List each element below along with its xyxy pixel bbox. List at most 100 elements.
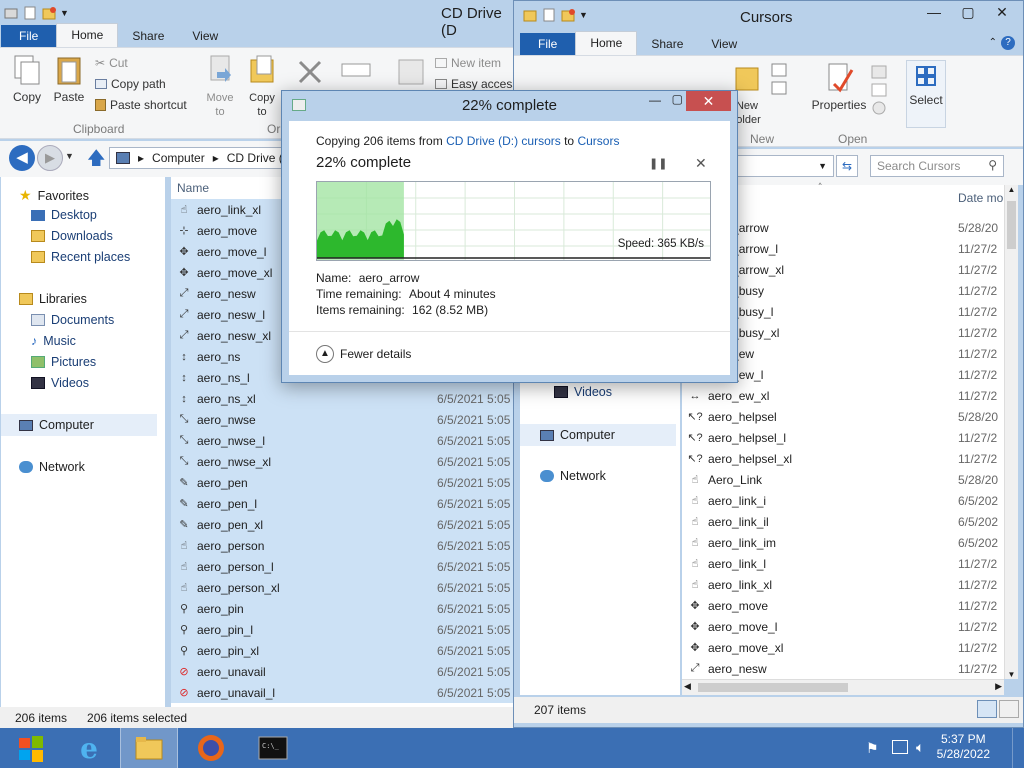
file-row[interactable]: ⊘ aero_unavail 6/5/2021 5:05 (171, 661, 519, 682)
file-row[interactable]: ☝ aero_link_im 6/5/202 (682, 532, 1004, 553)
column-header-date[interactable]: Date mo (958, 191, 1003, 205)
new-folder-qat-icon[interactable] (560, 7, 576, 23)
move-to-button[interactable]: Move to (203, 54, 237, 118)
file-row[interactable]: ↖? aero_helpsel_l 11/27/2 (682, 427, 1004, 448)
tab-view[interactable]: View (697, 33, 751, 55)
file-row[interactable]: ↕ aero_ns_xl 6/5/2021 5:05 (171, 388, 519, 409)
tab-home[interactable]: Home (56, 23, 119, 47)
nav-documents[interactable]: Documents (31, 313, 114, 327)
start-button[interactable] (2, 728, 60, 768)
nav-desktop[interactable]: Desktop (31, 208, 97, 222)
column-header-name[interactable]: Name (177, 181, 209, 195)
large-icons-view-icon[interactable] (999, 700, 1019, 718)
paste-button[interactable]: Paste (51, 54, 87, 104)
cancel-copy-button[interactable]: ✕ (695, 155, 707, 172)
copy-path-button[interactable]: Copy path (95, 77, 166, 91)
tray-flag-icon[interactable]: ⚑ (866, 740, 879, 757)
folder-qat-icon[interactable] (522, 7, 538, 23)
dialog-maximize-button[interactable]: ▢ (672, 92, 683, 106)
nav-music[interactable]: ♪ Music (31, 334, 76, 348)
nav-recent-places[interactable]: Recent places (31, 250, 130, 264)
new-folder-qat-icon[interactable] (41, 5, 57, 21)
cut-button[interactable]: ✂ Cut (95, 56, 128, 70)
help-icon[interactable]: ? (1001, 36, 1015, 50)
address-dropdown-icon[interactable]: ▼ (818, 161, 827, 171)
details-view-icon[interactable] (977, 700, 997, 718)
file-row[interactable]: ☝ aero_person_xl 6/5/2021 5:05 (171, 577, 519, 598)
nav-computer[interactable]: Computer (1, 414, 157, 436)
pause-button[interactable]: ❚❚ (649, 157, 667, 170)
destination-link[interactable]: Cursors (577, 134, 619, 148)
nav-favorites[interactable]: ★ Favorites (19, 187, 89, 204)
search-input[interactable]: Search Cursors ⚲ (870, 155, 1004, 177)
system-clock[interactable]: 5:37 PM 5/28/2022 (937, 732, 990, 762)
file-row[interactable]: ☝ aero_link_l 11/27/2 (682, 553, 1004, 574)
tray-network-icon[interactable] (892, 740, 908, 754)
up-button[interactable]: 🡅 (87, 146, 106, 176)
properties-icon[interactable] (541, 7, 557, 23)
properties-button[interactable]: Properties (810, 62, 868, 112)
file-row[interactable]: ✥ aero_move_xl 11/27/2 (682, 637, 1004, 658)
copy-button[interactable]: Copy (9, 54, 45, 104)
file-row[interactable]: ⤡ aero_nwse_xl 6/5/2021 5:05 (171, 451, 519, 472)
nav-network[interactable]: Network (19, 460, 85, 474)
scroll-down-arrow-icon[interactable]: ▼ (1005, 670, 1018, 679)
refresh-button[interactable]: ⇆ (836, 155, 858, 177)
file-row[interactable]: ⤢ aero_nesw 11/27/2 (682, 658, 1004, 679)
file-row[interactable]: ✎ aero_pen 6/5/2021 5:05 (171, 472, 519, 493)
file-row[interactable]: ☝ Aero_Link 5/28/20 (682, 469, 1004, 490)
nav-computer[interactable]: Computer (520, 424, 676, 446)
properties-icon[interactable] (22, 5, 38, 21)
nav-network[interactable]: Network (540, 469, 606, 483)
scroll-thumb[interactable] (1007, 201, 1016, 249)
copy-to-button[interactable]: Copy to (245, 54, 279, 118)
nav-downloads[interactable]: Downloads (31, 229, 113, 243)
scroll-h-thumb[interactable] (698, 683, 848, 692)
file-row[interactable]: ⤡ aero_nwse_l 6/5/2021 5:05 (171, 430, 519, 451)
nav-pictures[interactable]: Pictures (31, 355, 96, 369)
paste-shortcut-button[interactable]: Paste shortcut (95, 98, 187, 112)
scroll-up-arrow-icon[interactable]: ▲ (1005, 185, 1018, 194)
chevron-down-icon[interactable]: ▼ (579, 7, 595, 23)
title-bar[interactable]: ▼ Cursors — ▢ ✕ (514, 1, 1023, 31)
scroll-right-arrow-icon[interactable]: ▶ (995, 681, 1002, 692)
forward-button[interactable]: ▶ (37, 145, 63, 171)
new-item-button[interactable] (768, 62, 794, 101)
tab-home[interactable]: Home (575, 31, 638, 55)
file-row[interactable]: ↖? aero_helpsel 5/28/20 (682, 406, 1004, 427)
file-row[interactable]: ✥ aero_move 11/27/2 (682, 595, 1004, 616)
horizontal-scrollbar[interactable]: ◀ ▶ (682, 679, 1004, 695)
taskbar-command-prompt[interactable]: C:\_ (244, 728, 302, 768)
recent-locations-icon[interactable]: ▼ (65, 151, 74, 161)
file-row[interactable]: ✥ aero_move_l 11/27/2 (682, 616, 1004, 637)
rename-button[interactable] (339, 60, 373, 83)
chevron-down-icon[interactable]: ▼ (60, 5, 76, 21)
back-button[interactable]: ◀ (9, 145, 35, 171)
file-row[interactable]: ↔ aero_ew_xl 11/27/2 (682, 385, 1004, 406)
dialog-close-button[interactable]: ✕ (686, 91, 731, 111)
file-row[interactable]: ✎ aero_pen_l 6/5/2021 5:05 (171, 493, 519, 514)
taskbar-file-explorer[interactable] (120, 728, 178, 768)
tab-file[interactable]: File (520, 33, 576, 55)
file-row[interactable]: ☝ aero_link_il 6/5/202 (682, 511, 1004, 532)
source-link[interactable]: CD Drive (D:) cursors (446, 134, 561, 148)
easy-access-button[interactable]: Easy access (435, 77, 518, 91)
close-button[interactable]: ✕ (985, 1, 1019, 23)
file-row[interactable]: ⤡ aero_nwse 6/5/2021 5:05 (171, 409, 519, 430)
maximize-button[interactable]: ▢ (951, 1, 985, 23)
tray-volume-icon[interactable]: 🔈︎ (916, 739, 924, 756)
file-row[interactable]: ☝ aero_link_i 6/5/202 (682, 490, 1004, 511)
new-item-button[interactable]: New item (435, 56, 501, 70)
nav-videos[interactable]: Videos (554, 385, 612, 399)
minimize-button[interactable]: — (917, 1, 951, 23)
open-options-button[interactable] (868, 64, 892, 121)
fewer-details-button[interactable]: ▲ Fewer details (316, 345, 411, 363)
file-row[interactable]: ☝ aero_person_l 6/5/2021 5:05 (171, 556, 519, 577)
file-row[interactable]: ⚲ aero_pin_l 6/5/2021 5:05 (171, 619, 519, 640)
file-row[interactable]: ↖? aero_helpsel_xl 11/27/2 (682, 448, 1004, 469)
taskbar-firefox[interactable] (182, 728, 240, 768)
dialog-minimize-button[interactable]: — (649, 93, 661, 107)
select-button[interactable]: Select (906, 60, 946, 128)
show-desktop-button[interactable] (1012, 728, 1024, 768)
taskbar-internet-explorer[interactable]: e (60, 728, 118, 768)
